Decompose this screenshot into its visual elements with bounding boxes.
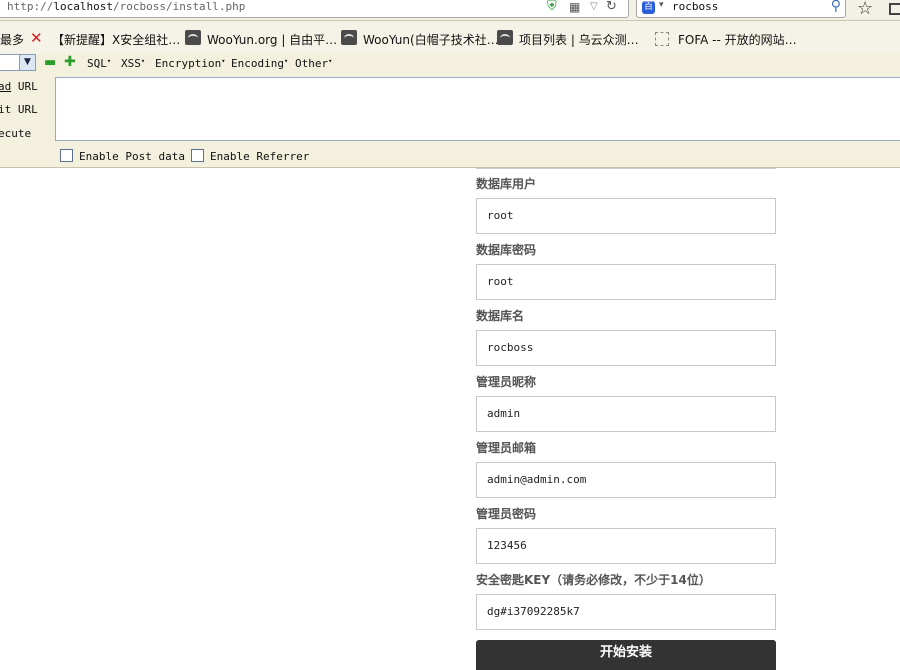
- menu-sql[interactable]: SQL▾: [87, 57, 111, 70]
- bookmark-star-icon[interactable]: ☆: [857, 0, 873, 19]
- chevron-down-icon[interactable]: ▼: [19, 55, 35, 70]
- xsafe-icon: ✕: [30, 29, 43, 47]
- url-input[interactable]: http://localhost/rocboss/install.php ⛨ ▦…: [0, 0, 629, 18]
- menu-other[interactable]: Other▾: [295, 57, 332, 70]
- admin-nickname-input[interactable]: admin: [476, 396, 776, 432]
- library-icon[interactable]: [889, 3, 900, 15]
- plus-icon[interactable]: ✚: [64, 54, 76, 70]
- enable-referrer-checkbox[interactable]: Enable Referrer: [191, 149, 309, 163]
- search-engine-dropdown-icon[interactable]: ▾: [659, 0, 664, 10]
- checkbox-box[interactable]: [191, 149, 204, 162]
- history-dropdown-icon[interactable]: ▽: [590, 0, 598, 15]
- wooyun-icon: [341, 30, 357, 45]
- bookmark-most-visited[interactable]: 最多: [0, 31, 24, 48]
- url-text: http://localhost/rocboss/install.php: [7, 0, 246, 13]
- enable-post-checkbox[interactable]: Enable Post data: [60, 149, 185, 163]
- start-install-button[interactable]: 开始安装: [476, 640, 776, 670]
- security-key-label: 安全密匙KEY（请务必修改，不少于14位）: [476, 573, 711, 587]
- wooyun-icon: [185, 30, 201, 45]
- checkbox-box[interactable]: [60, 149, 73, 162]
- baidu-icon[interactable]: 百: [642, 1, 655, 14]
- menu-xss[interactable]: XSS▾: [121, 57, 145, 70]
- blank-page-icon: [655, 32, 669, 46]
- db-password-input[interactable]: root: [476, 264, 776, 300]
- db-user-input[interactable]: root: [476, 198, 776, 234]
- reload-icon[interactable]: ↻: [606, 0, 617, 15]
- db-user-label: 数据库用户: [476, 177, 537, 191]
- db-password-label: 数据库密码: [476, 243, 537, 257]
- admin-nickname-label: 管理员昵称: [476, 375, 537, 389]
- bookmark-fofa[interactable]: FOFA -- 开放的网站…: [678, 31, 797, 48]
- db-name-label: 数据库名: [476, 309, 525, 323]
- bookmark-project-list[interactable]: 项目列表 | 乌云众测…: [519, 31, 639, 48]
- shield-icon[interactable]: ⛨: [547, 0, 557, 15]
- minus-icon[interactable]: ▬: [44, 55, 56, 70]
- search-input[interactable]: 百 ▾ rocboss ⚲: [636, 0, 846, 18]
- menu-encryption[interactable]: Encryption▾: [155, 57, 225, 70]
- menu-encoding[interactable]: Encoding▾: [231, 57, 288, 70]
- bookmark-wooyun-whitehat[interactable]: WooYun(白帽子技术社…: [363, 31, 499, 48]
- qr-code-icon[interactable]: ▦: [569, 0, 580, 15]
- hackbar-url-textarea[interactable]: [55, 77, 900, 141]
- search-text: rocboss: [672, 0, 719, 13]
- admin-email-label: 管理员邮箱: [476, 441, 537, 455]
- admin-email-input[interactable]: admin@admin.com: [476, 462, 776, 498]
- admin-password-label: 管理员密码: [476, 507, 537, 521]
- db-name-input[interactable]: rocboss: [476, 330, 776, 366]
- admin-password-input[interactable]: 123456: [476, 528, 776, 564]
- hackbar-panel: ▼ ▬ ✚ SQL▾ XSS▾ Encryption▾ Encoding▾ Ot…: [0, 54, 900, 168]
- security-key-input[interactable]: dg#i37092285k7: [476, 594, 776, 630]
- execute-button[interactable]: ecute: [0, 127, 31, 140]
- bookmark-xsafe[interactable]: 【新提醒】X安全组社…: [52, 31, 180, 48]
- load-url-button[interactable]: ad URL: [0, 80, 38, 93]
- navigation-toolbar: http://localhost/rocboss/install.php ⛨ ▦…: [0, 0, 900, 21]
- previous-field-edge: [476, 166, 776, 169]
- search-icon[interactable]: ⚲: [831, 0, 841, 14]
- bookmarks-toolbar: 最多 ✕ 【新提醒】X安全组社… WooYun.org | 自由平… WooYu…: [0, 21, 900, 54]
- bookmark-wooyun-org[interactable]: WooYun.org | 自由平…: [207, 31, 337, 48]
- split-url-button[interactable]: it URL: [0, 103, 38, 116]
- hackbar-select[interactable]: ▼: [0, 54, 36, 71]
- wooyun-icon: [497, 30, 513, 45]
